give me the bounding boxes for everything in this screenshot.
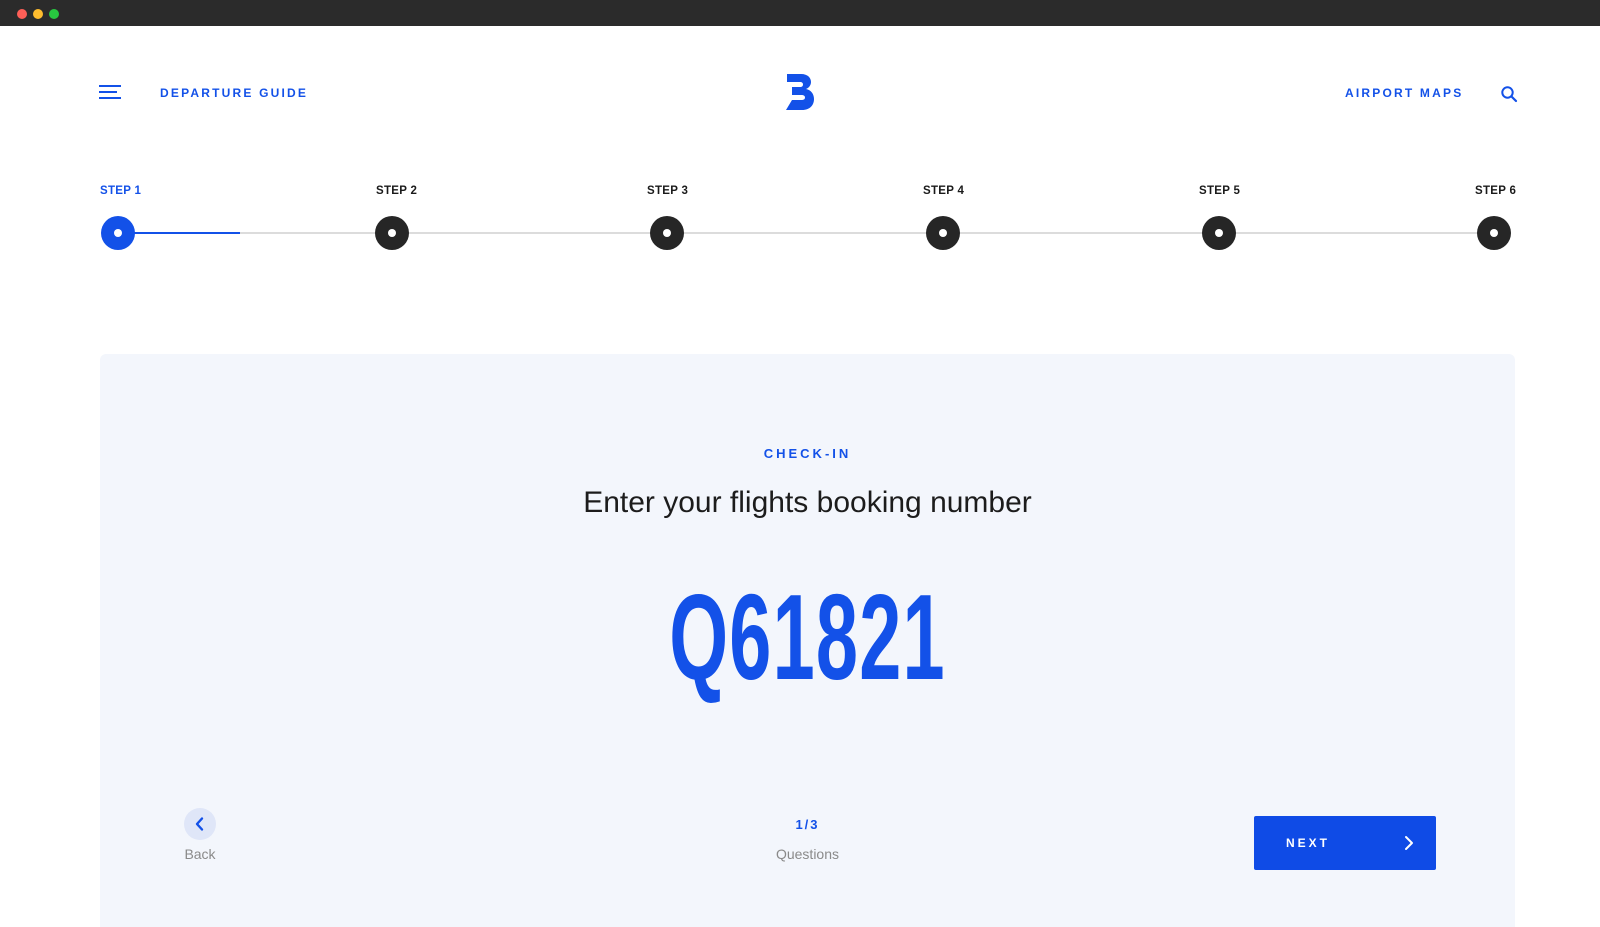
minimize-window-button[interactable] <box>33 9 43 19</box>
hamburger-menu-icon[interactable] <box>99 85 121 99</box>
departure-guide-link[interactable]: DEPARTURE GUIDE <box>160 86 308 100</box>
step-label-5: STEP 5 <box>1199 185 1241 197</box>
progress-stepper: STEP 1 STEP 2 STEP 3 STEP 4 STEP 5 STEP … <box>0 170 1600 260</box>
search-icon[interactable] <box>1500 85 1518 103</box>
step-label-1: STEP 1 <box>100 185 142 197</box>
stepper-progress-fill <box>118 232 240 234</box>
airport-maps-link[interactable]: AIRPORT MAPS <box>1345 86 1463 100</box>
next-button-label: NEXT <box>1286 836 1331 850</box>
step-label-4: STEP 4 <box>923 185 965 197</box>
close-window-button[interactable] <box>17 9 27 19</box>
step-label-2: STEP 2 <box>376 185 418 197</box>
brand-b-logo[interactable] <box>784 72 816 112</box>
question-text: Enter your flights booking number <box>583 486 1032 519</box>
step-node-4[interactable] <box>926 216 960 250</box>
step-node-3[interactable] <box>650 216 684 250</box>
step-label-6: STEP 6 <box>1475 185 1517 197</box>
step-node-5[interactable] <box>1202 216 1236 250</box>
stepper-track <box>118 232 1494 234</box>
site-header: DEPARTURE GUIDE AIRPORT MAPS <box>0 26 1600 146</box>
next-button[interactable]: NEXT <box>1254 816 1436 870</box>
question-card: CHECK-IN Enter your flights booking numb… <box>100 354 1515 927</box>
step-node-2[interactable] <box>375 216 409 250</box>
section-label: CHECK-IN <box>763 446 852 461</box>
chevron-right-icon <box>1405 836 1413 850</box>
window-titlebar <box>0 0 1600 26</box>
maximize-window-button[interactable] <box>49 9 59 19</box>
step-node-6[interactable] <box>1477 216 1511 250</box>
booking-number-answer[interactable]: Q61821 <box>369 572 1246 702</box>
step-label-3: STEP 3 <box>647 185 689 197</box>
step-node-1[interactable] <box>101 216 135 250</box>
